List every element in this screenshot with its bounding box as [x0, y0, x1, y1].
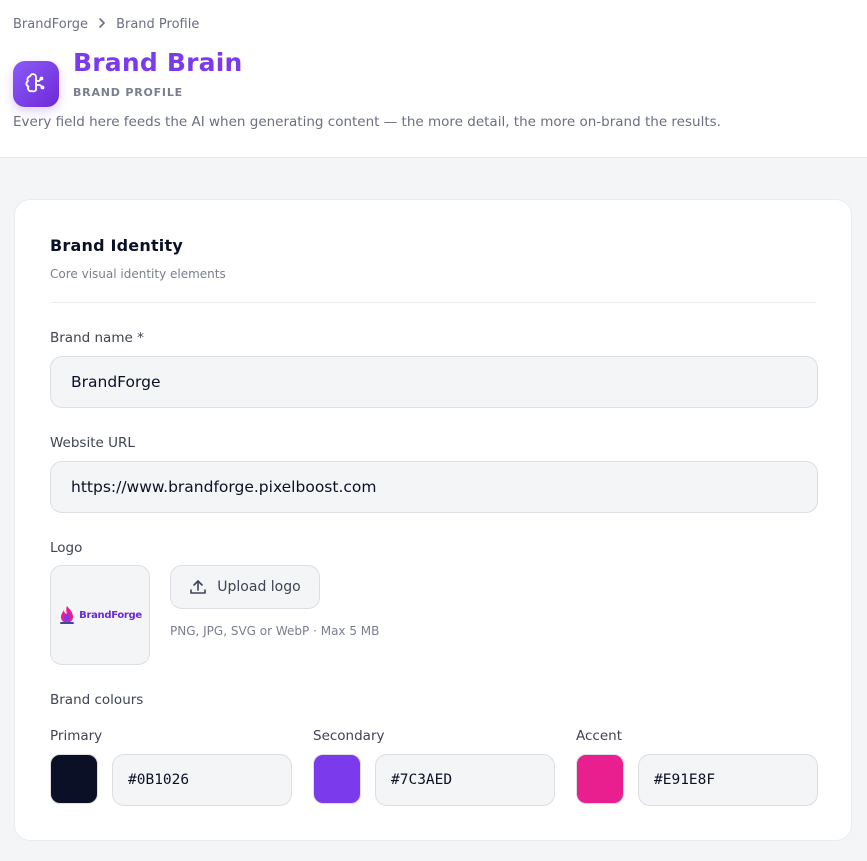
colour-accent-label: Accent: [576, 728, 622, 744]
page-header: BrandForge Brand Profile Brand Brain BRA…: [0, 0, 867, 158]
flame-icon: [60, 606, 75, 624]
brand-identity-card: Brand Identity Core visual identity elem…: [14, 199, 852, 841]
upload-logo-button[interactable]: Upload logo: [170, 565, 320, 609]
brandforge-logo: BrandForge: [58, 605, 142, 625]
colour-secondary-label: Secondary: [313, 728, 385, 744]
section-subtitle: Core visual identity elements: [50, 267, 226, 281]
section-divider: [50, 302, 816, 303]
colour-primary-label: Primary: [50, 728, 103, 744]
colour-secondary: Secondary: [313, 728, 555, 806]
colour-secondary-input[interactable]: [375, 754, 555, 806]
colour-accent-swatch[interactable]: [576, 754, 624, 804]
colour-primary-input[interactable]: [112, 754, 292, 806]
brand-name-input[interactable]: [50, 356, 818, 408]
brand-name-label: Brand name *: [50, 330, 144, 346]
breadcrumb: BrandForge Brand Profile: [13, 14, 854, 34]
upload-logo-label: Upload logo: [217, 579, 301, 595]
colour-accent-input[interactable]: [638, 754, 818, 806]
logo-label: Logo: [50, 540, 83, 556]
page-description: Every field here feeds the AI when gener…: [13, 114, 721, 130]
brand-colours-label: Brand colours: [50, 692, 144, 708]
page-subtitle: BRAND PROFILE: [73, 86, 183, 99]
breadcrumb-root[interactable]: BrandForge: [13, 17, 88, 32]
logo-preview: BrandForge: [50, 565, 150, 665]
breadcrumb-current: Brand Profile: [116, 16, 200, 32]
brand-colours: Primary Secondary Accent: [50, 728, 818, 806]
website-url-label: Website URL: [50, 435, 135, 451]
upload-hint: PNG, JPG, SVG or WebP · Max 5 MB: [170, 624, 380, 638]
chevron-right-icon: [98, 17, 106, 31]
upload-icon: [190, 580, 207, 594]
website-url-input[interactable]: [50, 461, 818, 513]
logo-wordmark: BrandForge: [79, 609, 142, 621]
page-title: Brand Brain: [73, 48, 243, 77]
colour-accent: Accent: [576, 728, 818, 806]
colour-primary: Primary: [50, 728, 292, 806]
section-title: Brand Identity: [50, 236, 183, 255]
colour-secondary-swatch[interactable]: [313, 754, 361, 804]
colour-primary-swatch[interactable]: [50, 754, 98, 804]
brain-icon: [13, 61, 59, 107]
